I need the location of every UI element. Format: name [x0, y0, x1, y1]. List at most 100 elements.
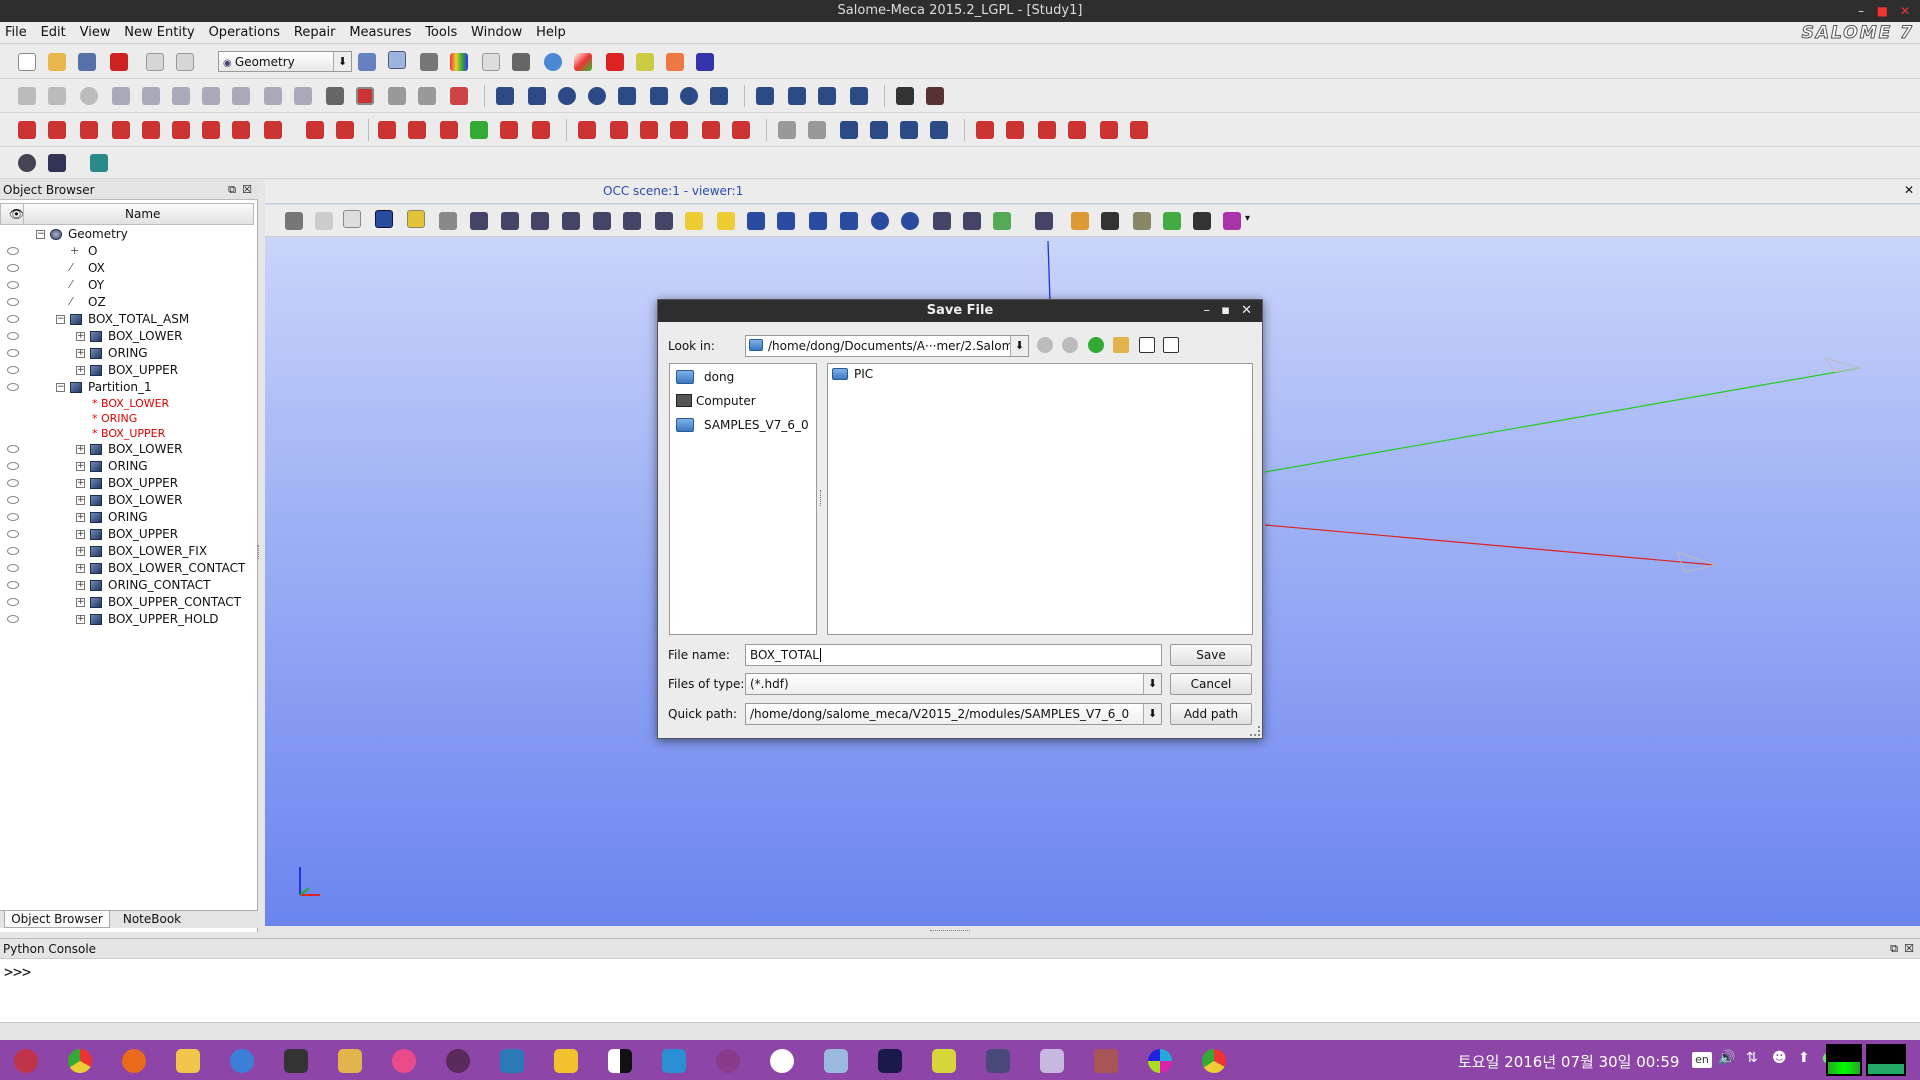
ellipse-icon[interactable]: [112, 87, 130, 105]
arc-icon[interactable]: [142, 87, 160, 105]
fit-all-icon[interactable]: [470, 212, 488, 230]
menu-view[interactable]: View: [75, 22, 116, 44]
interaction-style-icon[interactable]: [315, 212, 333, 230]
compound-icon[interactable]: [930, 121, 948, 139]
sync-icon[interactable]: [770, 1049, 794, 1073]
point-icon[interactable]: [18, 87, 36, 105]
new-document-icon[interactable]: [18, 53, 36, 71]
resize-grip-icon[interactable]: [1250, 726, 1260, 736]
fillet-icon[interactable]: [470, 121, 488, 139]
reset-view-icon[interactable]: [933, 212, 951, 230]
tree-row[interactable]: − Partition_1: [0, 379, 254, 395]
plane-icon[interactable]: [232, 87, 250, 105]
firefox-icon[interactable]: [122, 1049, 146, 1073]
shell-icon[interactable]: [870, 121, 888, 139]
mesh-module-icon[interactable]: [420, 53, 438, 71]
sphere-icon[interactable]: [558, 87, 576, 105]
limit-tolerance-icon[interactable]: [670, 121, 688, 139]
tree-row[interactable]: * BOX_LOWER: [0, 396, 254, 412]
circle-icon[interactable]: [80, 87, 98, 105]
menu-file[interactable]: File: [0, 22, 32, 44]
menu-measures[interactable]: Measures: [344, 22, 416, 44]
calendar-icon[interactable]: [662, 1049, 686, 1073]
place-dong[interactable]: dong: [672, 366, 814, 388]
paste-icon[interactable]: [176, 53, 194, 71]
texture-icon[interactable]: [926, 87, 944, 105]
measure-icon[interactable]: [450, 87, 468, 105]
help-app-icon[interactable]: [716, 1049, 740, 1073]
close-panel-icon[interactable]: ☒: [1904, 939, 1914, 959]
minimize-icon[interactable]: –: [1204, 300, 1211, 322]
python-console[interactable]: >>>: [0, 958, 1920, 1022]
splitter-handle[interactable]: [820, 490, 823, 506]
rotate-clockwise-icon[interactable]: [901, 212, 919, 230]
tree-row[interactable]: + BOX_UPPER: [0, 475, 254, 491]
visibility-eye-icon[interactable]: [7, 530, 19, 538]
module-select[interactable]: ◉ Geometry ⬇: [218, 51, 352, 72]
brave-icon[interactable]: [176, 1049, 200, 1073]
expand-toggle-icon[interactable]: +: [76, 513, 85, 522]
paraview-icon[interactable]: [1148, 1049, 1172, 1073]
vector-icon[interactable]: [202, 87, 220, 105]
mirror-icon[interactable]: [232, 121, 250, 139]
salome-meca-taskbar-icon[interactable]: [1094, 1049, 1118, 1073]
menu-tools[interactable]: Tools: [420, 22, 462, 44]
visibility-eye-icon[interactable]: [7, 445, 19, 453]
tree-row[interactable]: + ORING_CONTACT: [0, 577, 254, 593]
tree-row[interactable]: + BOX_LOWER: [0, 328, 254, 344]
face-icon[interactable]: [710, 87, 728, 105]
tree-row[interactable]: ⁄ OZ: [0, 294, 254, 310]
box-icon[interactable]: [496, 87, 514, 105]
selection-mode-icon[interactable]: [375, 210, 393, 228]
rotate-icon[interactable]: [623, 212, 641, 230]
suppress-faces-icon[interactable]: [578, 121, 596, 139]
back-view-icon[interactable]: [717, 212, 735, 230]
edge-icon[interactable]: [778, 121, 796, 139]
close-icon[interactable]: ✕: [1241, 300, 1252, 322]
trihedron-toggle-icon[interactable]: [343, 210, 361, 228]
shape-process-icon[interactable]: [532, 121, 550, 139]
right-view-icon[interactable]: [840, 212, 858, 230]
tree-row[interactable]: + ORING: [0, 509, 254, 525]
tree-row[interactable]: + BOX_LOWER_CONTACT: [0, 560, 254, 576]
rotate-counterclockwise-icon[interactable]: [871, 212, 889, 230]
scale-icon[interactable]: [264, 121, 282, 139]
open-folder-icon[interactable]: [48, 53, 66, 71]
curve-icon[interactable]: [172, 87, 190, 105]
tree-row[interactable]: + ORING: [0, 458, 254, 474]
torus-icon[interactable]: [588, 87, 606, 105]
chrome-icon[interactable]: [68, 1049, 92, 1073]
tree-row[interactable]: + BOX_UPPER: [0, 362, 254, 378]
tree-row[interactable]: ⁄ OY: [0, 277, 254, 293]
expand-toggle-icon[interactable]: +: [76, 615, 85, 624]
rotation-icon[interactable]: [202, 121, 220, 139]
multi-transform-icon[interactable]: [1100, 121, 1118, 139]
visibility-eye-icon[interactable]: [7, 315, 19, 323]
explode-blocks-icon[interactable]: [1130, 121, 1148, 139]
visibility-eye-icon[interactable]: [7, 462, 19, 470]
thickness-icon[interactable]: [142, 121, 160, 139]
fit-area-icon[interactable]: [501, 212, 519, 230]
disk-segment-icon[interactable]: [18, 154, 36, 172]
rectangle-icon[interactable]: [650, 87, 668, 105]
terminal-icon[interactable]: [284, 1049, 308, 1073]
expand-toggle-icon[interactable]: +: [76, 462, 85, 471]
stereo-view-icon[interactable]: [1223, 212, 1241, 230]
chevron-down-icon[interactable]: ▾: [1245, 213, 1250, 224]
expand-toggle-icon[interactable]: +: [76, 332, 85, 341]
app-grid-icon[interactable]: [446, 1049, 470, 1073]
visibility-eye-icon[interactable]: [7, 513, 19, 521]
aster-module-icon[interactable]: [358, 53, 376, 71]
editor-icon[interactable]: [500, 1049, 524, 1073]
cut-icon[interactable]: [818, 87, 836, 105]
close-panel-icon[interactable]: ☒: [242, 180, 252, 200]
splitter-handle[interactable]: [258, 545, 261, 559]
tray-app-icon[interactable]: ☻: [1772, 1050, 1787, 1066]
line-icon[interactable]: [48, 87, 66, 105]
document-viewer-icon[interactable]: [1040, 1049, 1064, 1073]
chrome-window-icon[interactable]: [1202, 1049, 1226, 1073]
hex-solid-icon[interactable]: [1006, 121, 1024, 139]
list-view-icon[interactable]: [1139, 337, 1155, 353]
cylinder-icon[interactable]: [528, 87, 546, 105]
jobmanager-module-icon[interactable]: [512, 53, 530, 71]
